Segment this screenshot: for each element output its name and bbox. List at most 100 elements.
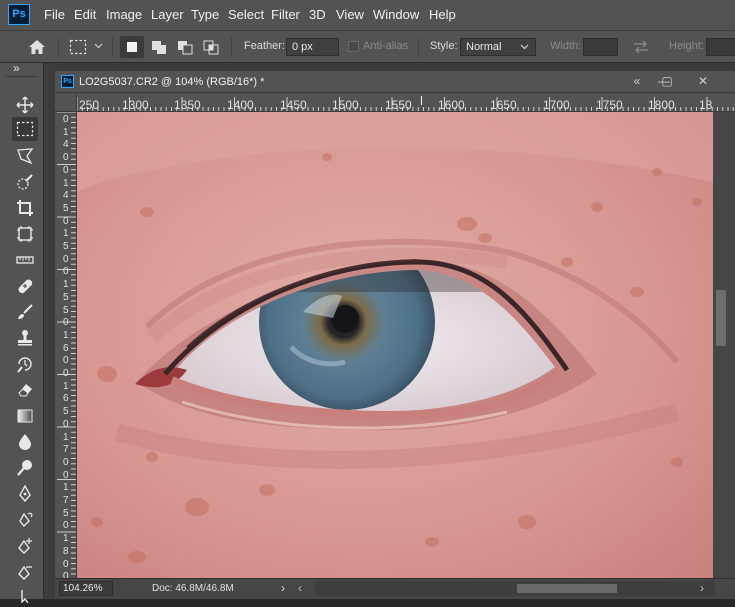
status-menu-arrow-icon[interactable]: ›	[281, 581, 285, 595]
ruler-digit: 1	[63, 228, 69, 240]
menu-3d[interactable]: 3D	[309, 7, 326, 22]
ruler-digit: 1	[63, 380, 69, 392]
crop-tool[interactable]	[14, 197, 36, 219]
ruler-digit: 6	[63, 393, 69, 405]
horizontal-ruler[interactable]: 250 1300 1350 1400 1450 1500 1550 1600 1…	[77, 93, 735, 112]
swap-width-height-icon[interactable]	[632, 40, 650, 54]
image-canvas[interactable]	[77, 112, 713, 578]
pen-tool[interactable]	[14, 483, 36, 505]
ruler-label: 1400	[227, 98, 254, 112]
document-tab[interactable]: Ps LO2G5037.CR2 @ 104% (RGB/16*) * « — ▢…	[55, 71, 735, 93]
chevron-down-icon[interactable]	[94, 43, 103, 49]
photoshop-logo[interactable]: Ps	[8, 4, 30, 25]
add-to-selection-icon[interactable]	[149, 38, 169, 56]
intersect-selection-icon[interactable]	[201, 38, 221, 56]
document-title: LO2G5037.CR2 @ 104% (RGB/16*) *	[79, 76, 265, 88]
move-tool[interactable]	[14, 94, 36, 116]
freeform-pen-tool[interactable]	[14, 509, 36, 531]
ruler-digit: 5	[63, 406, 69, 418]
dodge-tool[interactable]	[14, 457, 36, 479]
menu-edit[interactable]: Edit	[74, 7, 96, 22]
menu-select[interactable]: Select	[228, 7, 264, 22]
ruler-digit: 0	[63, 558, 69, 570]
menu-help[interactable]: Help	[429, 7, 456, 22]
width-input[interactable]	[583, 38, 618, 56]
healing-brush-tool[interactable]	[14, 275, 36, 297]
clone-stamp-tool[interactable]	[14, 327, 36, 349]
vertical-ruler[interactable]: 014001450150015501600165017001750180018	[55, 112, 77, 578]
ruler-digit: 1	[63, 177, 69, 189]
gradient-tool[interactable]	[14, 405, 36, 427]
scroll-left-icon[interactable]: ‹	[298, 581, 302, 595]
ruler-digit: 7	[63, 444, 69, 456]
ruler-digit: 0	[63, 418, 69, 430]
ruler-digit: 6	[63, 342, 69, 354]
ruler-digit: 0	[63, 114, 69, 125]
add-anchor-point-tool[interactable]	[14, 535, 36, 557]
feather-label: Feather:	[244, 40, 285, 52]
ruler-digit: 0	[63, 266, 69, 278]
menu-view[interactable]: View	[336, 7, 364, 22]
lasso-tool[interactable]	[14, 145, 36, 167]
status-bar: 104.26% Doc: 46.8M/46.8M › ‹ ›	[55, 578, 735, 599]
document-size[interactable]: Doc: 46.8M/46.8M	[152, 583, 234, 594]
horizontal-scrollbar[interactable]	[315, 581, 715, 596]
menu-filter[interactable]: Filter	[271, 7, 300, 22]
ruler-digit: 5	[63, 202, 69, 214]
ruler-digit: 0	[63, 368, 69, 379]
marquee-preset-icon[interactable]	[69, 39, 87, 55]
ruler-label: 250	[79, 98, 100, 112]
path-selection-tool[interactable]	[14, 585, 36, 607]
blur-tool[interactable]	[14, 431, 36, 453]
brush-tool[interactable]	[14, 301, 36, 323]
gradient-icon	[17, 409, 33, 423]
lasso-icon	[17, 148, 34, 165]
antialias-checkbox[interactable]	[348, 41, 359, 52]
move-icon	[16, 96, 34, 114]
zoom-level-input[interactable]: 104.26%	[59, 581, 113, 596]
horizontal-scroll-thumb[interactable]	[517, 584, 617, 593]
height-input[interactable]	[706, 38, 735, 56]
menu-type[interactable]: Type	[191, 7, 219, 22]
style-select-value: Normal	[466, 41, 502, 53]
history-brush-tool[interactable]	[14, 353, 36, 375]
close-icon[interactable]: ✕	[693, 73, 713, 89]
ruler-icon	[16, 256, 34, 264]
quick-selection-tool[interactable]	[14, 171, 36, 193]
menu-file[interactable]: File	[44, 7, 65, 22]
frame-tool[interactable]	[14, 223, 36, 245]
ruler-label: 1300	[122, 98, 149, 112]
feather-input[interactable]: 0 px	[286, 38, 339, 56]
chevron-down-icon	[520, 44, 529, 50]
ruler-origin[interactable]	[55, 93, 77, 112]
menu-image[interactable]: Image	[106, 7, 142, 22]
menu-window[interactable]: Window	[373, 7, 419, 22]
collapse-window-icon[interactable]: «	[627, 73, 647, 89]
subtract-from-selection-icon[interactable]	[175, 38, 195, 56]
ruler-digit: 0	[63, 317, 69, 329]
maximize-icon[interactable]: ▢	[657, 73, 677, 89]
marquee-tool[interactable]	[12, 117, 38, 141]
ruler-digit: 0	[63, 469, 69, 481]
menu-bar: Ps File Edit Image Layer Type Select Fil…	[0, 0, 735, 30]
quick-selection-icon	[17, 174, 33, 190]
ruler-label: 1650	[490, 98, 517, 112]
ruler-tool[interactable]	[14, 249, 36, 271]
style-select[interactable]: Normal	[460, 38, 536, 56]
style-label: Style:	[430, 40, 458, 52]
ruler-digit: 0	[63, 215, 69, 227]
home-icon[interactable]	[28, 39, 46, 55]
ruler-digit: 1	[63, 126, 69, 138]
scroll-right-icon[interactable]: ›	[700, 581, 704, 595]
ruler-digit: 4	[63, 139, 69, 151]
collapse-panel-icon[interactable]: »	[13, 61, 20, 75]
vertical-scrollbar[interactable]	[713, 112, 735, 578]
ruler-label: 1600	[438, 98, 465, 112]
eraser-tool[interactable]	[14, 379, 36, 401]
menu-layer[interactable]: Layer	[151, 7, 184, 22]
brush-icon	[18, 304, 33, 319]
delete-anchor-point-tool[interactable]	[14, 561, 36, 583]
new-selection-icon	[127, 42, 137, 52]
vertical-scroll-thumb[interactable]	[716, 290, 726, 346]
new-selection-button[interactable]	[120, 36, 144, 58]
